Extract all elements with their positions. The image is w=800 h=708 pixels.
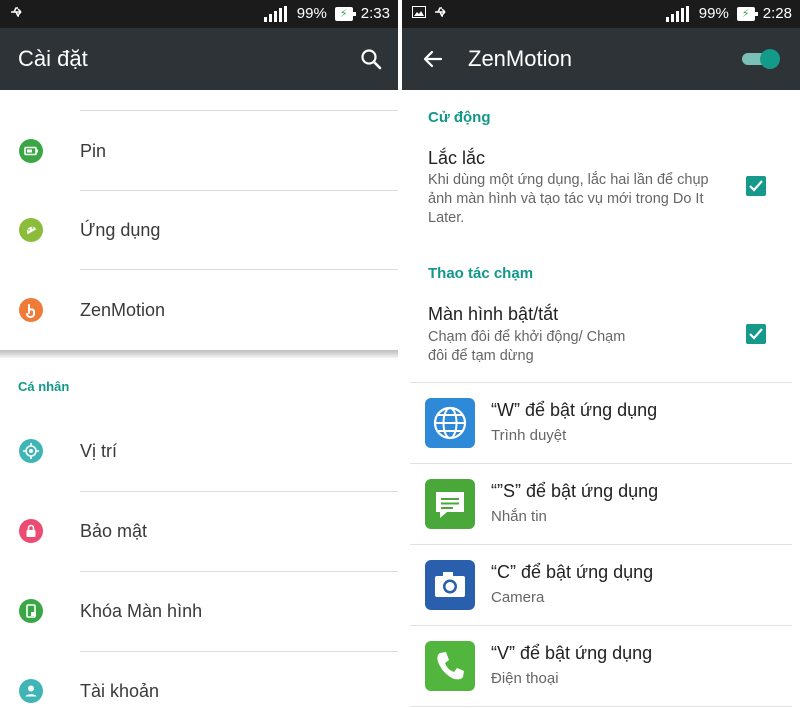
section-header-touch: Thao tác chạm: [428, 265, 534, 282]
gesture-title: “”S” để bật ứng dụng: [491, 481, 659, 501]
gesture-title: “W” để bật ứng dụng: [491, 400, 658, 420]
clock: 2:33: [360, 5, 390, 22]
account-icon: [19, 679, 43, 703]
shake-checkbox[interactable]: [746, 176, 766, 196]
lock-icon: [19, 519, 43, 543]
page-title: ZenMotion: [468, 46, 572, 71]
gesture-app: Nhắn tin: [491, 508, 547, 525]
battery-charging-icon: ⚡: [334, 6, 356, 21]
zenmotion-master-toggle[interactable]: [742, 49, 780, 69]
settings-item-lock-screen[interactable]: Khóa Màn hình: [0, 571, 398, 651]
signal-icon: [263, 5, 287, 22]
status-bar: 99% ⚡ 2:33: [0, 0, 398, 28]
search-icon[interactable]: [360, 48, 382, 70]
settings-item-location[interactable]: Vị trí: [0, 411, 398, 491]
check-icon: [749, 180, 763, 192]
gesture-s-messaging[interactable]: “”S” để bật ứng dụng Nhắn tin: [402, 464, 800, 545]
signal-icon: [665, 5, 689, 22]
settings-item-zenmotion[interactable]: ZenMotion: [0, 270, 398, 350]
gesture-app: Camera: [491, 589, 545, 606]
double-tap-checkbox[interactable]: [746, 324, 766, 344]
settings-item-label: ZenMotion: [80, 300, 166, 320]
settings-item-label: Ứng dụng: [80, 220, 161, 240]
gesture-title: “C” để bật ứng dụng: [491, 562, 654, 582]
check-icon: [749, 328, 763, 340]
page-title: Cài đặt: [18, 46, 88, 71]
app-bar: Cài đặt: [0, 28, 398, 90]
settings-item-label: Bảo mật: [80, 521, 148, 541]
back-arrow-icon[interactable]: [422, 48, 444, 70]
settings-item-battery[interactable]: Pin: [0, 111, 398, 191]
settings-item-apps[interactable]: Ứng dụng: [0, 190, 398, 270]
browser-icon: [425, 398, 475, 448]
app-bar: ZenMotion: [402, 28, 800, 90]
battery-percent: 99%: [296, 5, 327, 22]
phone-icon: [425, 641, 475, 691]
gesture-app: Điện thoại: [491, 670, 559, 687]
settings-item-security[interactable]: Bảo mật: [0, 491, 398, 571]
battery-icon: [19, 139, 43, 163]
usb-icon: [435, 7, 446, 17]
settings-item-label: Khóa Màn hình: [80, 601, 203, 621]
section-header-personal: Cá nhân: [18, 379, 70, 394]
touch-icon: [19, 298, 43, 322]
image-notification-icon: [412, 6, 426, 18]
location-icon: [19, 439, 43, 463]
section-header-motion: Cử động: [428, 109, 491, 126]
section-divider: [0, 350, 398, 358]
settings-screen: 99% ⚡ 2:33 Cài đặt Pin Ứng dụng ZenMotio…: [0, 0, 398, 708]
settings-item-label: Tài khoản: [80, 681, 160, 701]
shake-title: Lắc lắc: [428, 148, 486, 168]
camera-icon: [425, 560, 475, 610]
battery-percent: 99%: [698, 5, 729, 22]
usb-icon: [11, 7, 22, 17]
android-icon: [19, 218, 43, 242]
clock: 2:28: [762, 5, 792, 22]
shake-description: Khi dùng một ứng dụng, lắc hai lần để ch…: [428, 172, 709, 226]
screen-toggle-title: Màn hình bật/tắt: [428, 304, 559, 324]
messaging-icon: [425, 479, 475, 529]
gesture-v-phone[interactable]: “V” để bật ứng dụng Điện thoại: [402, 626, 800, 707]
battery-charging-icon: ⚡: [736, 6, 758, 21]
gesture-title: “V” để bật ứng dụng: [491, 643, 653, 663]
gesture-app: Trình duyệt: [491, 427, 567, 444]
gesture-w-browser[interactable]: “W” để bật ứng dụng Trình duyệt: [402, 383, 800, 464]
screen-toggle-description: Chạm đôi để khởi động/ Chạm đôi để tạm d…: [428, 329, 626, 364]
status-bar: 99% ⚡ 2:28: [402, 0, 800, 28]
lock-screen-icon: [19, 599, 43, 623]
settings-item-accounts[interactable]: Tài khoản: [0, 651, 398, 708]
settings-item-label: Vị trí: [80, 441, 118, 461]
settings-item-label: Pin: [80, 141, 107, 161]
zenmotion-screen: 99% ⚡ 2:28 ZenMotion Cử động Lắc lắc Khi…: [402, 0, 800, 708]
gesture-c-camera[interactable]: “C” để bật ứng dụng Camera: [402, 545, 800, 626]
